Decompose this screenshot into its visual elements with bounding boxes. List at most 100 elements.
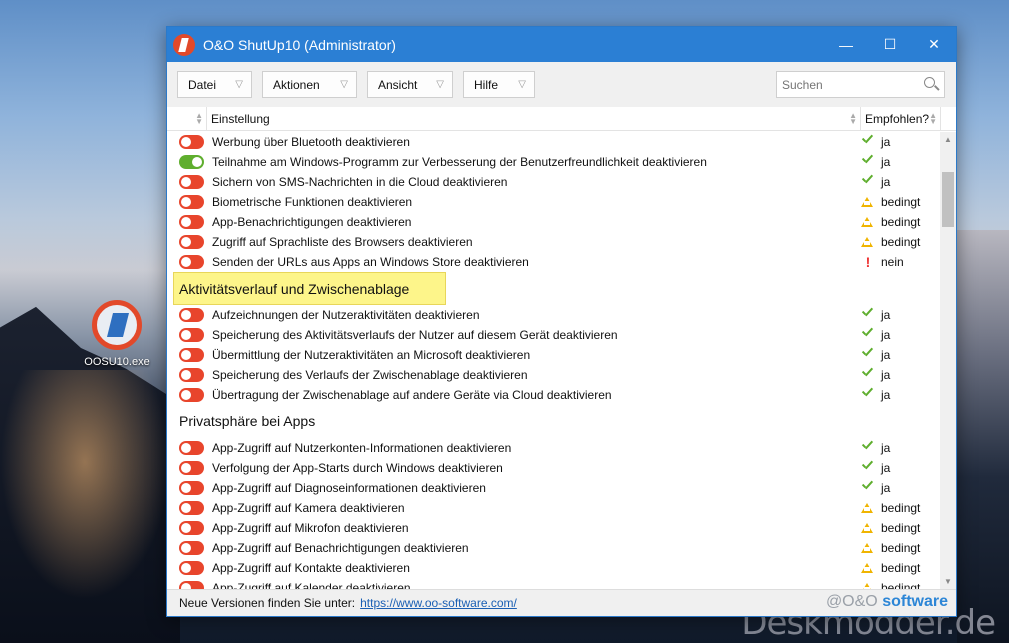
recommendation-text: ja	[881, 441, 891, 455]
setting-row[interactable]: Werbung über Bluetooth deaktivieren ja	[167, 132, 940, 152]
setting-row[interactable]: App-Zugriff auf Mikrofon deaktivieren bed…	[167, 518, 940, 538]
setting-toggle[interactable]	[179, 441, 204, 455]
recommendation: bedingt	[861, 561, 940, 575]
setting-row[interactable]: Biometrische Funktionen deaktivieren bedi…	[167, 192, 940, 212]
setting-toggle[interactable]	[179, 501, 204, 515]
setting-toggle[interactable]	[179, 215, 204, 229]
warning-triangle-icon	[861, 543, 873, 553]
recommendation: ja	[861, 481, 940, 495]
setting-row[interactable]: Verfolgung der App-Starts durch Windows …	[167, 458, 940, 478]
app-logo-icon	[173, 33, 195, 56]
header-setting[interactable]: Einstellung ▲ ▼	[207, 106, 861, 131]
setting-toggle[interactable]	[179, 135, 204, 149]
header-recommended-label: Empfohlen?	[865, 111, 930, 126]
website-link[interactable]: https://www.oo-software.com/	[360, 596, 517, 610]
setting-toggle[interactable]	[179, 561, 204, 575]
setting-row[interactable]: App-Benachrichtigungen deaktivieren bedin…	[167, 212, 940, 232]
checkmark-icon	[861, 388, 875, 402]
setting-label: App-Zugriff auf Diagnoseinformationen de…	[212, 481, 486, 495]
exclamation-icon: !	[865, 254, 871, 270]
checkmark-icon	[861, 175, 875, 189]
recommendation: ja	[861, 441, 940, 455]
scroll-up-icon[interactable]: ▲	[940, 132, 956, 148]
setting-row[interactable]: Sichern von SMS-Nachrichten in die Cloud…	[167, 172, 940, 192]
checkmark-icon	[861, 155, 875, 169]
setting-toggle[interactable]	[179, 175, 204, 189]
setting-row[interactable]: Aufzeichnungen der Nutzeraktivitäten dea…	[167, 305, 940, 325]
search-icon[interactable]	[922, 76, 940, 94]
setting-row[interactable]: Speicherung des Verlaufs der Zwischenabl…	[167, 365, 940, 385]
setting-row[interactable]: Übermittlung der Nutzeraktivitäten an Mi…	[167, 345, 940, 365]
setting-label: Biometrische Funktionen deaktivieren	[212, 195, 413, 209]
header-toggle-column[interactable]: ▲ ▼	[167, 106, 207, 131]
close-button[interactable]: ✕	[912, 27, 956, 62]
setting-row[interactable]: Speicherung des Aktivitätsverlaufs der N…	[167, 325, 940, 345]
maximize-button[interactable]: ☐	[868, 27, 912, 62]
desktop-icon-oosu10[interactable]: OOSU10.exe	[80, 300, 154, 368]
window-title: O&O ShutUp10 (Administrator)	[203, 36, 396, 53]
setting-row[interactable]: Übertragung der Zwischenablage auf ander…	[167, 385, 940, 405]
setting-row[interactable]: App-Zugriff auf Benachrichtigungen deakt…	[167, 538, 940, 558]
warning-triangle-icon	[861, 503, 873, 513]
setting-toggle[interactable]	[179, 521, 204, 535]
menu-datei[interactable]: Datei ▽	[177, 71, 252, 98]
recommendation: ja	[861, 388, 940, 402]
recommendation-text: nein	[881, 255, 904, 269]
checkmark-icon	[861, 461, 875, 475]
scrollbar-thumb[interactable]	[942, 172, 954, 227]
settings-list: Werbung über Bluetooth deaktivieren ja Tei…	[167, 132, 956, 590]
header-recommended[interactable]: Empfohlen? ▲ ▼	[861, 107, 940, 131]
warning-triangle-icon	[861, 563, 873, 573]
scrollbar[interactable]: ▲ ▼	[940, 132, 956, 590]
setting-toggle[interactable]	[179, 388, 204, 402]
status-bar: Neue Versionen finden Sie unter: https:/…	[167, 589, 956, 616]
setting-toggle[interactable]	[179, 541, 204, 555]
setting-row[interactable]: App-Zugriff auf Kamera deaktivieren bedin…	[167, 498, 940, 518]
setting-toggle[interactable]	[179, 235, 204, 249]
checkmark-icon	[861, 135, 875, 149]
setting-label: Speicherung des Aktivitätsverlaufs der N…	[212, 328, 618, 342]
menu-ansicht[interactable]: Ansicht ▽	[367, 71, 453, 98]
setting-toggle[interactable]	[179, 461, 204, 475]
recommendation-text: ja	[881, 461, 891, 475]
setting-row[interactable]: Teilnahme am Windows-Programm zur Verbes…	[167, 152, 940, 172]
checkmark-icon	[861, 368, 875, 382]
setting-toggle[interactable]	[179, 255, 204, 269]
title-bar[interactable]: O&O ShutUp10 (Administrator) — ☐ ✕	[167, 27, 956, 62]
chevron-down-icon: ▽	[235, 79, 243, 90]
desktop-icon-label: OOSU10.exe	[84, 356, 150, 368]
setting-row[interactable]: App-Zugriff auf Kontakte deaktivieren bed…	[167, 558, 940, 578]
recommendation: ja	[861, 155, 940, 169]
setting-row[interactable]: Zugriff auf Sprachliste des Browsers dea…	[167, 232, 940, 252]
setting-label: App-Zugriff auf Mikrofon deaktivieren	[212, 521, 409, 535]
setting-row[interactable]: App-Zugriff auf Diagnoseinformationen de…	[167, 478, 940, 498]
setting-toggle[interactable]	[179, 308, 204, 322]
minimize-button[interactable]: —	[824, 27, 868, 62]
search-input[interactable]	[782, 77, 922, 92]
menu-hilfe[interactable]: Hilfe ▽	[463, 71, 535, 98]
setting-toggle[interactable]	[179, 328, 204, 342]
setting-toggle[interactable]	[179, 368, 204, 382]
setting-row[interactable]: App-Zugriff auf Nutzerkonten-Information…	[167, 438, 940, 458]
setting-row[interactable]: Senden der URLs aus Apps an Windows Stor…	[167, 252, 940, 272]
setting-label: Speicherung des Verlaufs der Zwischenabl…	[212, 368, 528, 382]
recommendation-text: bedingt	[881, 501, 921, 515]
menu-label: Datei	[188, 77, 217, 92]
setting-label: Senden der URLs aus Apps an Windows Stor…	[212, 255, 529, 269]
scroll-down-icon[interactable]: ▼	[940, 574, 956, 590]
setting-label: App-Benachrichtigungen deaktivieren	[212, 215, 412, 229]
recommendation: ja	[861, 308, 940, 322]
search-box[interactable]	[776, 71, 945, 98]
setting-toggle[interactable]	[179, 481, 204, 495]
recommendation: bedingt	[861, 541, 940, 555]
setting-toggle[interactable]	[179, 348, 204, 362]
menu-aktionen[interactable]: Aktionen ▽	[262, 71, 357, 98]
recommendation: ja	[861, 368, 940, 382]
recommendation: ja	[861, 328, 940, 342]
setting-toggle[interactable]	[179, 155, 204, 169]
setting-label: App-Zugriff auf Nutzerkonten-Information…	[212, 441, 512, 455]
status-text: Neue Versionen finden Sie unter:	[179, 596, 356, 610]
recommendation-text: bedingt	[881, 195, 921, 209]
setting-label: Teilnahme am Windows-Programm zur Verbes…	[212, 155, 707, 169]
setting-toggle[interactable]	[179, 195, 204, 209]
